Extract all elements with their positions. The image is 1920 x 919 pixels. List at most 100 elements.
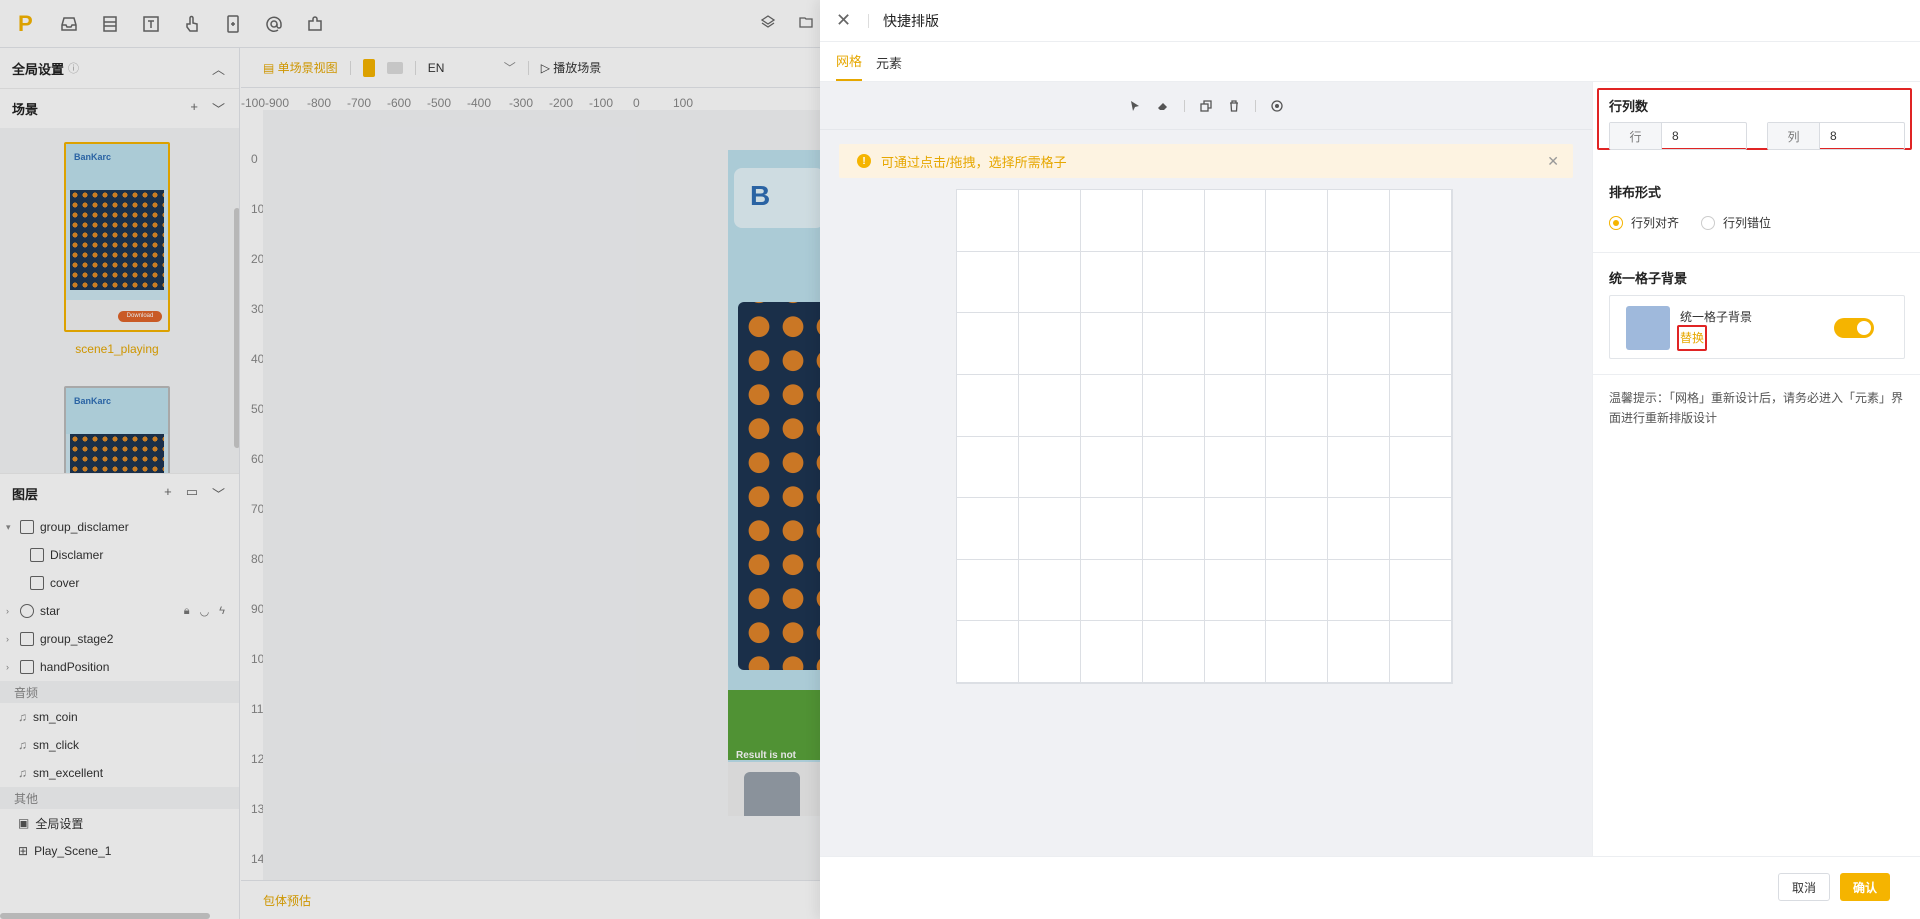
grid-cell[interactable] [1080, 436, 1143, 499]
grid-cell[interactable] [1204, 190, 1267, 252]
drawer-tabs: 网格 元素 [820, 42, 1920, 82]
grid-cell[interactable] [1328, 374, 1391, 437]
grid-cell[interactable] [1328, 559, 1391, 622]
grid-cell[interactable] [1142, 374, 1205, 437]
grid-cell[interactable] [957, 190, 1019, 252]
grid-cell[interactable] [1142, 251, 1205, 314]
grid-cells[interactable] [956, 189, 1453, 684]
grid-cell[interactable] [1018, 374, 1081, 437]
modal-backdrop[interactable] [0, 0, 820, 919]
drawer-footer: 取消 确认 [820, 856, 1920, 919]
cancel-button[interactable]: 取消 [1778, 873, 1830, 901]
drawer-title: 快捷排版 [883, 12, 939, 29]
grid-cell[interactable] [1204, 374, 1267, 437]
grid-cell[interactable] [1018, 621, 1081, 683]
radio-label: 行列对齐 [1631, 216, 1680, 230]
grid-cell[interactable] [1328, 190, 1391, 252]
grid-cell[interactable] [1390, 621, 1452, 683]
grid-cell[interactable] [1080, 251, 1143, 314]
grid-cell[interactable] [1142, 498, 1205, 560]
radio-staggered[interactable]: 行列错位 [1701, 214, 1771, 231]
grid-cell[interactable] [1266, 436, 1329, 499]
grid-cell[interactable] [957, 559, 1019, 622]
grid-cell[interactable] [957, 313, 1019, 375]
grid-cell[interactable] [1266, 313, 1329, 375]
bg-swatch[interactable] [1626, 306, 1670, 350]
grid-cell[interactable] [1390, 374, 1452, 437]
grid-cell[interactable] [1080, 190, 1143, 252]
grid-cell[interactable] [1080, 559, 1143, 622]
grid-cell[interactable] [1204, 436, 1267, 499]
editor-background: P 全局设置 ⓘ ︿ 场景 + ﹀ BanKarc Download scene… [0, 0, 820, 919]
grid-cell[interactable] [1266, 621, 1329, 683]
grid-cell[interactable] [1328, 498, 1391, 560]
properties-panel: 行列数 行 8 列 8 排布形式 行列对齐 行列错位 统一格子背景 统一格子背景… [1592, 82, 1920, 856]
grid-cell[interactable] [957, 436, 1019, 499]
grid-cell[interactable] [1266, 498, 1329, 560]
grid-cell[interactable] [1266, 559, 1329, 622]
grid-cell[interactable] [1390, 190, 1452, 252]
grid-cell[interactable] [1390, 251, 1452, 314]
grid-cell[interactable] [1390, 559, 1452, 622]
grid-cell[interactable] [1204, 313, 1267, 375]
grid-cell[interactable] [1018, 313, 1081, 375]
radio-aligned[interactable]: 行列对齐 [1609, 214, 1679, 231]
col-input-value[interactable]: 8 [1820, 123, 1904, 149]
tab-grid[interactable]: 网格 [836, 51, 863, 81]
grid-cell[interactable] [1080, 498, 1143, 560]
bg-toggle[interactable] [1834, 318, 1874, 338]
warning-icon: ! [857, 154, 871, 168]
grid-cell[interactable] [1018, 190, 1081, 252]
grid-cell[interactable] [1204, 251, 1267, 314]
col-input[interactable]: 列 8 [1767, 122, 1905, 150]
grid-cell[interactable] [1142, 436, 1205, 499]
grid-cell[interactable] [1018, 251, 1081, 314]
grid-cell[interactable] [1080, 313, 1143, 375]
grid-cell[interactable] [957, 251, 1019, 314]
grid-cell[interactable] [1018, 436, 1081, 499]
grid-cell[interactable] [1018, 498, 1081, 560]
close-icon[interactable]: ✕ [836, 10, 856, 31]
quick-layout-drawer: ✕ 快捷排版 网格 元素 ! 可通过点击/拖拽，选择所需格子 ✕ 行列数 行 8 [820, 0, 1920, 919]
grid-cell[interactable] [1204, 559, 1267, 622]
trash-icon[interactable] [1227, 99, 1241, 113]
grid-cell[interactable] [1266, 374, 1329, 437]
row-input-value[interactable]: 8 [1662, 123, 1746, 149]
grid-cell[interactable] [1080, 621, 1143, 683]
grid-cell[interactable] [1080, 374, 1143, 437]
grid-cell[interactable] [1018, 559, 1081, 622]
confirm-button[interactable]: 确认 [1840, 873, 1890, 901]
grid-cell[interactable] [1142, 313, 1205, 375]
grid-cell[interactable] [957, 374, 1019, 437]
tab-elements[interactable]: 元素 [876, 53, 902, 81]
grid-cell[interactable] [1204, 621, 1267, 683]
alert-close-icon[interactable]: ✕ [1547, 153, 1559, 170]
layout-label: 排布形式 [1609, 185, 1662, 200]
grid-cell[interactable] [1328, 621, 1391, 683]
layout-radio-group: 行列对齐 行列错位 [1609, 214, 1771, 231]
copy-icon[interactable] [1199, 99, 1213, 113]
grid-cell[interactable] [957, 498, 1019, 560]
grid-cell[interactable] [1204, 498, 1267, 560]
target-icon[interactable] [1270, 99, 1284, 113]
grid-cell[interactable] [1390, 436, 1452, 499]
grid-cell[interactable] [1142, 621, 1205, 683]
grid-editor: ! 可通过点击/拖拽，选择所需格子 ✕ [820, 82, 1592, 856]
pointer-icon[interactable] [1128, 99, 1142, 113]
grid-cell[interactable] [1266, 251, 1329, 314]
grid-cell[interactable] [1328, 313, 1391, 375]
bg-name: 统一格子背景 [1680, 310, 1753, 324]
eraser-icon[interactable] [1156, 99, 1170, 113]
grid-cell[interactable] [1142, 190, 1205, 252]
grid-cell[interactable] [1390, 498, 1452, 560]
grid-cell[interactable] [1328, 251, 1391, 314]
radio-dot [1701, 215, 1716, 230]
row-input[interactable]: 行 8 [1609, 122, 1747, 150]
tip-text: 温馨提示：「网格」重新设计后，请务必进入「元素」界面进行重新排版设计 [1609, 391, 1904, 425]
hint-alert: ! 可通过点击/拖拽，选择所需格子 ✕ [839, 144, 1573, 178]
grid-cell[interactable] [1266, 190, 1329, 252]
grid-cell[interactable] [1328, 436, 1391, 499]
grid-cell[interactable] [1142, 559, 1205, 622]
grid-cell[interactable] [1390, 313, 1452, 375]
grid-cell[interactable] [957, 621, 1019, 683]
